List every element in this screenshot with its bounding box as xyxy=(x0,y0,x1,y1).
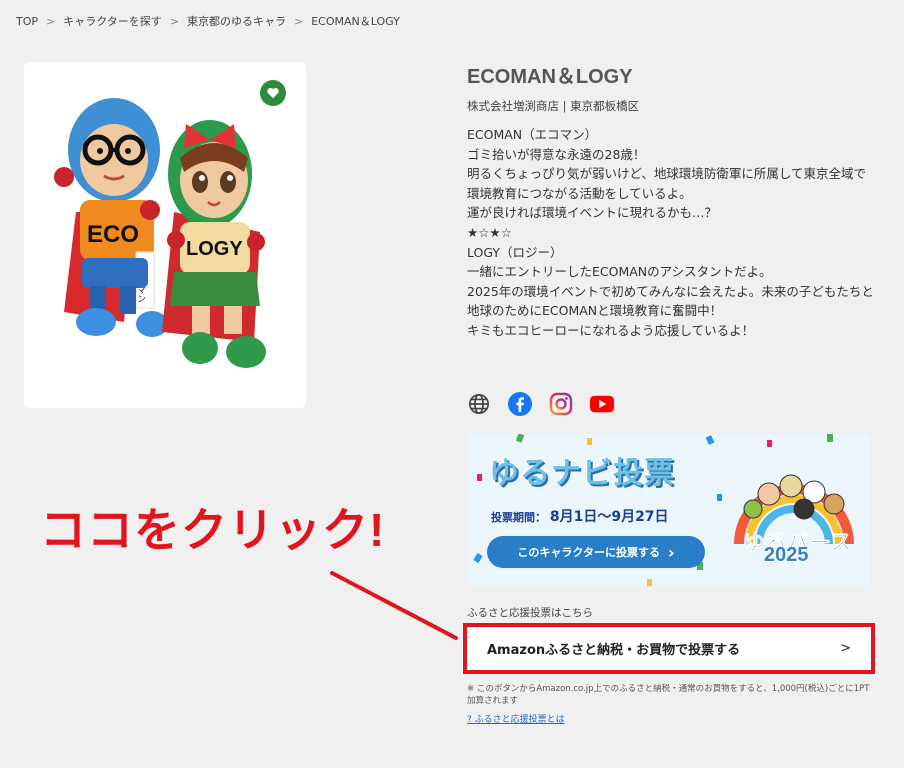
support-help-link[interactable]: ? ふるさと応援投票とは xyxy=(467,712,565,725)
description-line: キミもエコヒーローになれるよう応援しているよ！ xyxy=(467,322,755,338)
yuruverse-year: 2025 xyxy=(764,544,809,566)
vote-character-button[interactable]: このキャラクターに投票する › xyxy=(487,536,705,568)
banner-title: ゆるナビ投票 xyxy=(489,457,675,490)
breadcrumb-current: ECOMAN＆LOGY xyxy=(311,15,400,28)
facebook-icon[interactable] xyxy=(508,392,532,416)
chevron-right-icon: › xyxy=(667,542,675,562)
social-links xyxy=(467,392,614,416)
description-line: ゴミ拾いが得意な永遠の28歳！ xyxy=(467,146,646,162)
amazon-vote-button-label: Amazonふるさと納税・お買物で投票する xyxy=(487,643,741,658)
svg-text:LOGY: LOGY xyxy=(186,238,243,260)
breadcrumb-tokyo[interactable]: 東京都のゆるキャラ xyxy=(187,13,286,29)
character-org: 株式会社増渕商店 | 東京都板橋区 xyxy=(467,99,640,113)
heart-icon xyxy=(267,88,279,99)
description-line: 明るくちょっぴり気が弱いけど、地球環境防衛軍に所属して東京全域で環境教育につなが… xyxy=(467,166,867,201)
description-line: 2025年の環境イベントで初めてみんなに会えたよ。未来の子どもたちと地球のために… xyxy=(467,283,874,319)
vote-period: 投票期間： 8月1日～9月27日 xyxy=(491,506,669,526)
character-image: ECO エコマン xyxy=(54,98,266,368)
description-line: ECOMAN（エコマン） xyxy=(467,127,598,142)
click-here-annotation: ココをクリック! xyxy=(40,504,386,556)
vote-period-value: 8月1日～9月27日 xyxy=(549,509,669,525)
breadcrumb-separator: > xyxy=(46,14,56,28)
logy-figure: LOGY xyxy=(162,120,266,368)
instagram-icon[interactable] xyxy=(549,392,573,416)
description-line: 運が良ければ環境イベントに現れるかも…？ xyxy=(467,205,718,221)
chevron-right-icon: > xyxy=(840,641,851,656)
vote-banner[interactable]: ゆるナビ投票 投票期間： 8月1日～9月27日 このキャラクターに投票する › … xyxy=(467,434,870,586)
breadcrumb-separator: > xyxy=(294,14,304,28)
vote-period-label: 投票期間： xyxy=(491,511,546,524)
description-line: 一緒にエントリーしたECOMANのアシスタントだよ。 xyxy=(467,264,772,280)
favorite-button[interactable] xyxy=(260,80,286,106)
globe-icon[interactable] xyxy=(467,392,491,416)
breadcrumb: TOP > キャラクターを探す > 東京都のゆるキャラ > ECOMAN＆LOG… xyxy=(16,13,400,29)
amazon-vote-button[interactable]: Amazonふるさと納税・お買物で投票する > xyxy=(463,623,875,674)
character-name: ECOMAN＆LOGY xyxy=(467,66,633,88)
breadcrumb-separator: > xyxy=(169,14,180,28)
support-note: ※ このボタンからAmazon.co.jp上でのふるさと納税・通常のお買物をする… xyxy=(467,684,870,706)
character-description: ECOMAN（エコマン） ゴミ拾いが得意な永遠の28歳！ 明るくちょっぴり気が弱… xyxy=(467,125,877,341)
ecoman-figure: ECO エコマン xyxy=(54,98,168,337)
support-vote-label: ふるさと応援投票はこちら xyxy=(467,607,593,619)
description-line: LOGY（ロジー） xyxy=(467,244,563,260)
youtube-icon[interactable] xyxy=(590,392,614,416)
breadcrumb-top[interactable]: TOP xyxy=(16,15,38,28)
vote-button-label: このキャラクターに投票する xyxy=(517,546,660,559)
character-image-card: ECO エコマン xyxy=(24,62,306,408)
description-line: ★☆★☆ xyxy=(467,224,512,240)
breadcrumb-search[interactable]: キャラクターを探す xyxy=(63,13,162,29)
svg-text:ECO: ECO xyxy=(87,221,139,248)
